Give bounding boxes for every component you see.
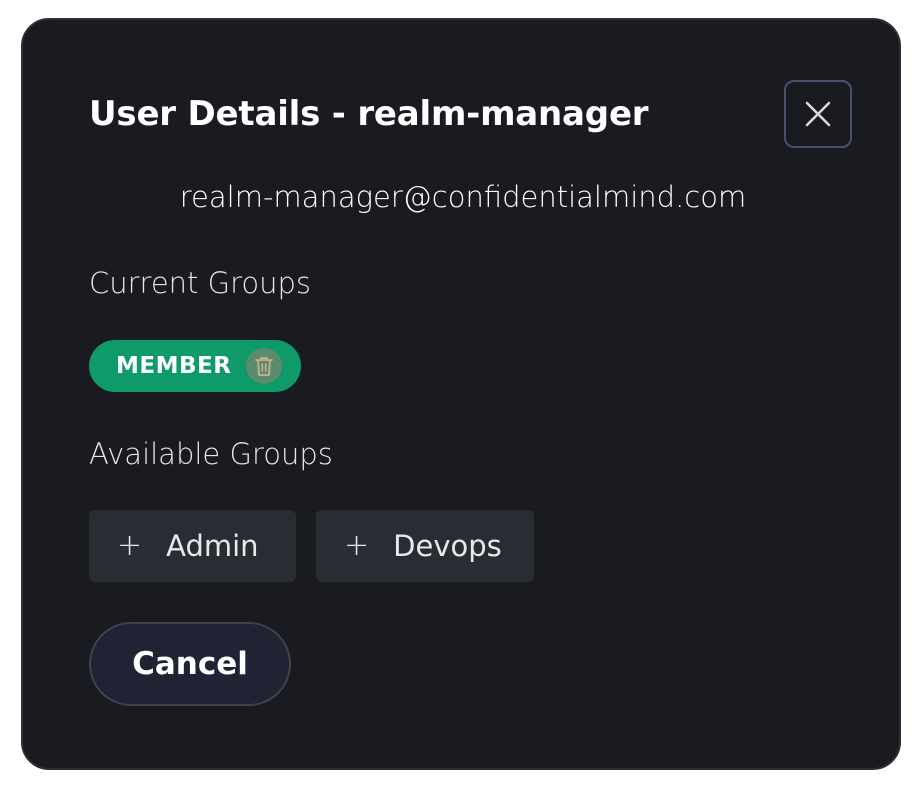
remove-group-button[interactable] bbox=[246, 348, 282, 384]
add-group-label: Devops bbox=[393, 529, 502, 563]
add-group-devops-button[interactable]: + Devops bbox=[316, 510, 534, 582]
current-groups-heading: Current Groups bbox=[89, 266, 312, 300]
user-details-dialog: User Details - realm-manager realm-manag… bbox=[21, 18, 901, 770]
dialog-title: User Details - realm-manager bbox=[89, 94, 649, 134]
user-email: realm-manager@confidentialmind.com bbox=[179, 180, 747, 214]
add-group-label: Admin bbox=[166, 529, 259, 563]
close-icon bbox=[805, 101, 831, 127]
add-group-admin-button[interactable]: + Admin bbox=[89, 510, 296, 582]
plus-icon: + bbox=[117, 528, 143, 563]
plus-icon: + bbox=[344, 528, 370, 563]
available-groups-heading: Available Groups bbox=[89, 437, 333, 471]
group-chip-member: MEMBER bbox=[89, 340, 301, 392]
trash-icon bbox=[255, 357, 273, 376]
close-button[interactable] bbox=[784, 80, 852, 148]
group-chip-label: MEMBER bbox=[116, 353, 232, 379]
cancel-button[interactable]: Cancel bbox=[89, 622, 291, 706]
